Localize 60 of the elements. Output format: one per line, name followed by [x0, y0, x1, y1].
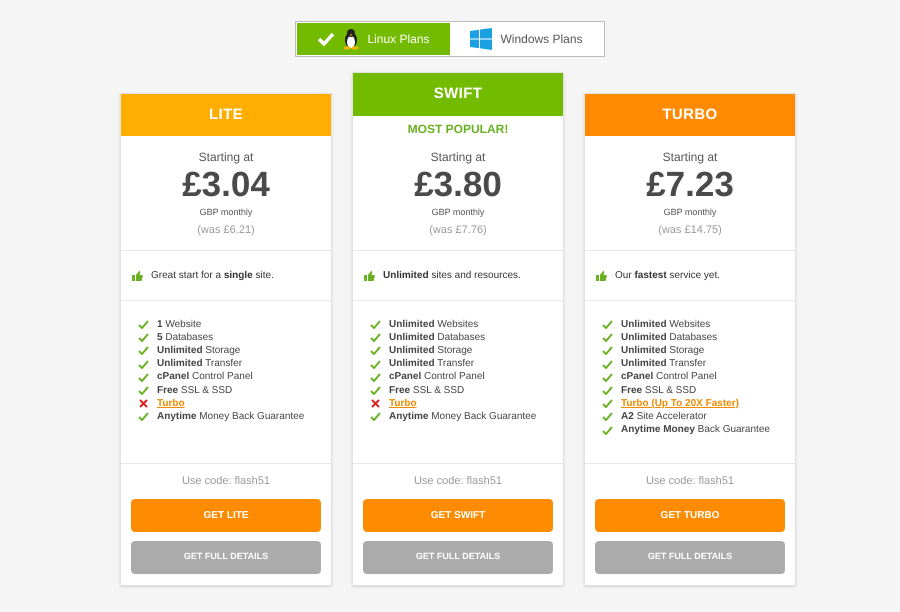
plan-tab[interactable]: Linux Plans	[297, 23, 450, 55]
buy-button[interactable]: GET SWIFT	[363, 498, 553, 532]
buy-button[interactable]: GET LITE	[131, 498, 321, 532]
starting-label: Starting at	[198, 149, 254, 166]
feature-text: cPanel Control Panel	[389, 371, 485, 384]
check-icon	[317, 32, 336, 46]
penguin-icon	[343, 28, 360, 50]
plan-tagline: Unlimited sites and resources.	[383, 269, 521, 283]
price: £7.23	[646, 166, 734, 204]
thumbs-up-icon	[364, 270, 375, 280]
popular-label: MOST POPULAR!	[406, 121, 510, 136]
coupon-code: Use code: flash51	[646, 474, 734, 489]
feature-text: Free SSL & SSD	[389, 384, 464, 397]
feature-text: Unlimited Storage	[621, 344, 704, 357]
feature-text: Unlimited Storage	[157, 344, 240, 357]
period-label: GBP monthly	[432, 206, 484, 219]
feature-text: A2 Site Accelerator	[621, 410, 707, 423]
feature-text: 1 Website	[157, 318, 202, 331]
plan-header: SWIFT	[353, 73, 563, 116]
period-label: GBP monthly	[664, 206, 716, 219]
feature-text: Free SSL & SSD	[157, 384, 232, 397]
buy-button[interactable]: GET TURBO	[595, 498, 785, 532]
starting-label: Starting at	[430, 149, 486, 166]
feature-text: Anytime Money Back Guarantee	[389, 410, 536, 423]
was-price: (was £7.76)	[429, 222, 487, 238]
plan-tagline: Our fastest service yet.	[615, 269, 720, 283]
details-button[interactable]: GET FULL DETAILS	[595, 540, 785, 574]
period-label: GBP monthly	[200, 206, 252, 219]
feature-link[interactable]: Turbo	[389, 398, 417, 410]
feature-text: Unlimited Transfer	[157, 358, 242, 370]
feature-text: Anytime Money Back Guarantee	[157, 410, 304, 423]
details-button[interactable]: GET FULL DETAILS	[131, 540, 321, 574]
feature-text: cPanel Control Panel	[621, 371, 717, 384]
feature-link[interactable]: Turbo	[157, 398, 185, 410]
feature-text: Free SSL & SSD	[621, 384, 696, 397]
thumbs-up-icon	[132, 270, 143, 280]
feature-text: Unlimited Databases	[389, 332, 486, 344]
feature-text: Unlimited Transfer	[621, 358, 706, 370]
feature-text: 5 Databases	[157, 332, 214, 344]
feature-text: Unlimited Storage	[389, 344, 472, 357]
feature-text: cPanel Control Panel	[157, 371, 253, 384]
coupon-code: Use code: flash51	[182, 474, 270, 489]
feature-link[interactable]: Turbo (Up To 20X Faster)	[621, 398, 739, 410]
feature-text: Unlimited Databases	[621, 332, 718, 344]
plan-header: LITE	[121, 94, 331, 136]
coupon-code: Use code: flash51	[414, 474, 502, 489]
windows-logo-icon	[470, 28, 492, 50]
price: £3.80	[414, 166, 502, 204]
thumbs-up-icon	[596, 270, 607, 280]
starting-label: Starting at	[662, 149, 718, 166]
feature-text: Anytime Money Back Guarantee	[621, 424, 770, 436]
feature-text: Unlimited Websites	[621, 318, 710, 331]
was-price: (was £14.75)	[658, 222, 722, 238]
was-price: (was £6.21)	[197, 222, 255, 238]
feature-text: Unlimited Websites	[389, 318, 478, 331]
price: £3.04	[182, 166, 270, 204]
feature-text: Unlimited Transfer	[389, 358, 474, 370]
plan-header: TURBO	[585, 94, 795, 136]
plan-tagline: Great start for a single site.	[151, 269, 274, 283]
details-button[interactable]: GET FULL DETAILS	[363, 540, 553, 574]
